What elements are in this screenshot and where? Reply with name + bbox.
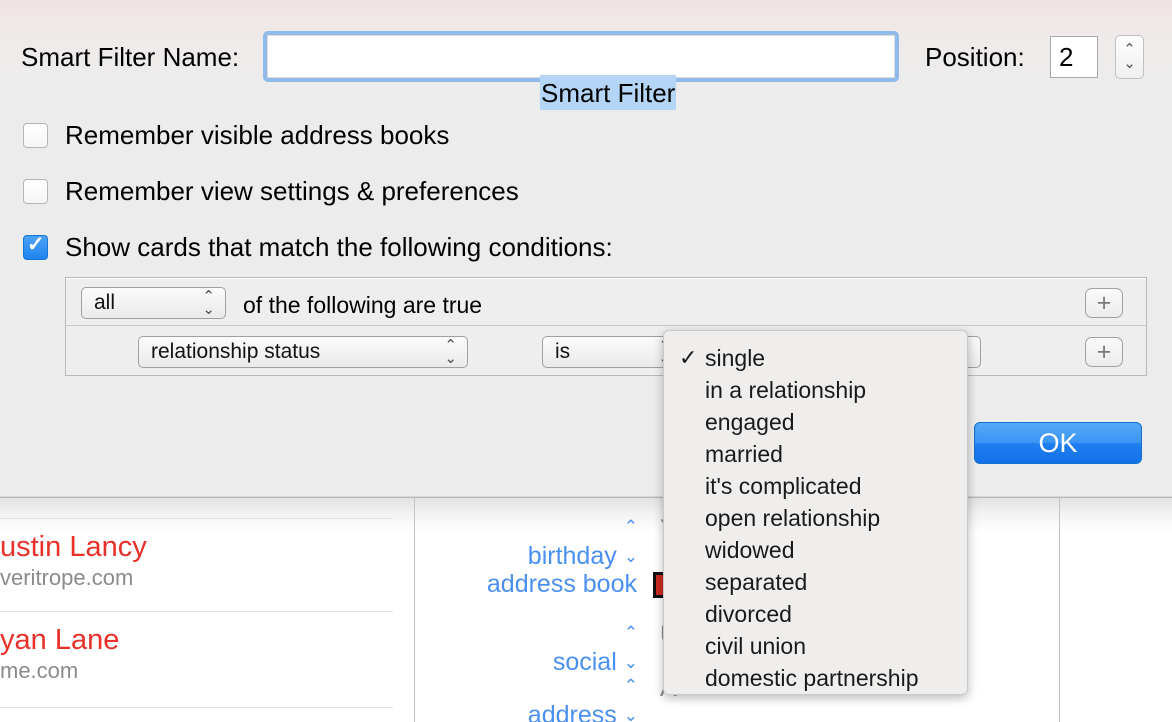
menu-item[interactable]: civil union — [664, 630, 967, 662]
menu-item[interactable]: it's complicated — [664, 470, 967, 502]
checkbox-box[interactable] — [23, 232, 48, 260]
menu-item-label: in a relationship — [705, 376, 867, 403]
menu-item-label: open relationship — [705, 504, 881, 531]
checkbox-box[interactable] — [23, 179, 48, 204]
checkbox-remember-address-books[interactable]: Remember visible address books — [23, 120, 449, 151]
menu-item[interactable]: separated — [664, 566, 967, 598]
detail-label-text: birthday — [527, 542, 617, 570]
menu-item[interactable]: widowed — [664, 534, 967, 566]
menu-item-label: engaged — [705, 408, 795, 435]
position-input[interactable]: 2 — [1050, 36, 1098, 78]
menu-item[interactable]: in a relationship — [664, 374, 967, 406]
list-separator — [0, 518, 393, 519]
detail-label-text: social — [552, 648, 617, 676]
menu-item-label: separated — [705, 568, 808, 595]
relationship-status-menu[interactable]: ✓ single in a relationship engaged marri… — [663, 330, 968, 695]
detail-label-birthday[interactable]: birthday⌃ ⌄ — [415, 512, 638, 574]
sheet-top-tint — [0, 0, 1172, 22]
checkbox-remember-view-settings[interactable]: Remember view settings & preferences — [23, 176, 519, 207]
checkbox-label: Remember view settings & preferences — [65, 176, 519, 206]
conditions-container: all ⌃ ⌄ of the following are true + relat… — [65, 277, 1147, 376]
menu-item[interactable]: divorced — [664, 598, 967, 630]
detail-label-address[interactable]: address ⌃ ⌄ — [415, 671, 638, 722]
contact-domain: veritrope.com — [0, 565, 134, 590]
position-value: 2 — [1059, 42, 1074, 72]
chevron-updown-icon[interactable]: ⌃ ⌄ — [624, 618, 638, 678]
list-item[interactable]: ustin Lancy veritrope.com — [0, 530, 400, 592]
sheet-bottom-border — [0, 496, 1172, 497]
chevron-updown-icon[interactable]: ⌃ ⌄ — [624, 671, 638, 722]
list-separator — [0, 611, 393, 612]
menu-item[interactable]: married — [664, 438, 967, 470]
chevron-updown-icon[interactable]: ⌃ ⌄ — [624, 512, 638, 572]
contact-domain: me.com — [0, 658, 79, 683]
column-divider-right — [1059, 498, 1060, 722]
stepper-down-icon[interactable]: ⌄ — [1123, 56, 1136, 71]
screen: ustin Lancy veritrope.com yan Lane me.co… — [0, 0, 1172, 722]
position-label: Position: — [925, 42, 1025, 72]
menu-item[interactable]: engaged — [664, 406, 967, 438]
list-item[interactable]: yan Lane me.com — [0, 623, 400, 685]
chevron-updown-icon: ⌃⌄ — [202, 288, 215, 318]
menu-item-label: it's complicated — [705, 472, 862, 499]
match-scope-popup[interactable]: all ⌃ ⌄ — [81, 287, 226, 319]
match-scope-suffix: of the following are true — [243, 292, 483, 318]
checkbox-show-matching-cards[interactable]: Show cards that match the following cond… — [23, 232, 613, 263]
condition-operator-popup[interactable]: is ⌃⌄ — [542, 336, 682, 368]
condition-field-popup[interactable]: relationship status ⌃ ⌄ — [138, 336, 468, 368]
menu-item[interactable]: open relationship — [664, 502, 967, 534]
add-condition-button-row2[interactable]: + — [1085, 337, 1123, 367]
position-stepper[interactable]: ⌃ ⌄ — [1115, 35, 1144, 79]
detail-label-social[interactable]: social⌃ ⌄ — [415, 618, 638, 680]
condition-scope-row: all ⌃ ⌄ of the following are true + — [66, 278, 1146, 326]
name-value: Smart Filter — [541, 77, 676, 108]
checkbox-box[interactable] — [23, 123, 48, 148]
condition-operator-value: is — [555, 340, 571, 363]
menu-item-label: single — [705, 344, 766, 371]
menu-item-label: domestic partnership — [705, 664, 919, 691]
ok-button[interactable]: OK — [974, 422, 1142, 464]
smart-filter-dialog: Smart Filter Name: Smart Filter Position… — [0, 0, 1172, 497]
menu-item-label: civil union — [705, 632, 806, 659]
detail-label-address-book[interactable]: address book — [415, 569, 637, 599]
contact-name: ustin Lancy — [0, 531, 147, 563]
smart-filter-name-input[interactable]: Smart Filter — [267, 35, 895, 110]
checkmark-icon: ✓ — [679, 345, 698, 370]
smart-filter-name-label: Smart Filter Name: — [21, 42, 240, 72]
menu-item-label: widowed — [705, 536, 795, 563]
checkbox-label: Show cards that match the following cond… — [65, 232, 613, 262]
add-condition-button-row1[interactable]: + — [1085, 288, 1123, 318]
detail-label-text: address book — [486, 570, 637, 598]
menu-item-label: divorced — [705, 600, 792, 627]
contact-name: yan Lane — [0, 624, 120, 656]
condition-row: relationship status ⌃⌄ is ⌃⌄ + — [66, 327, 1146, 375]
checkbox-label: Remember visible address books — [65, 120, 450, 150]
name-selected-text: Smart Filter — [540, 75, 677, 110]
menu-item[interactable]: domestic partnership — [664, 662, 967, 694]
contact-list[interactable]: ustin Lancy veritrope.com yan Lane me.co… — [0, 497, 414, 722]
menu-item[interactable]: ✓ single — [664, 342, 967, 374]
match-scope-value: all — [94, 291, 116, 314]
condition-field-value: relationship status — [151, 340, 321, 363]
chevron-updown-icon: ⌃⌄ — [444, 337, 457, 367]
menu-item-label: married — [705, 440, 783, 467]
list-separator — [0, 707, 393, 708]
detail-label-text: address — [527, 701, 617, 722]
